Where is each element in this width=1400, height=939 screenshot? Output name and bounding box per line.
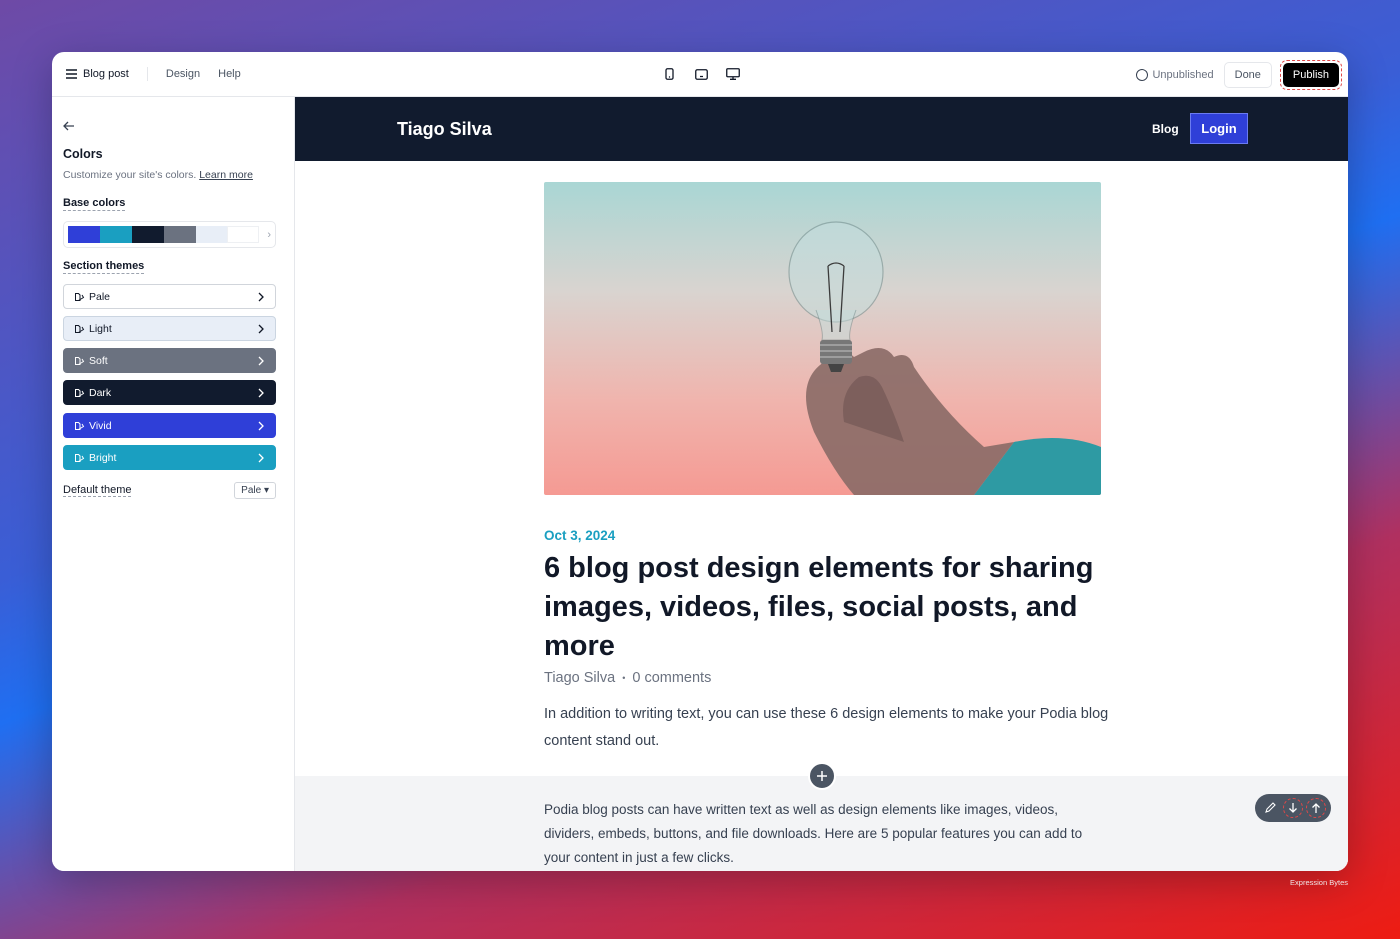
theme-label: Pale (89, 290, 111, 303)
chevron-right-icon (258, 453, 264, 462)
back-arrow-icon[interactable] (62, 119, 76, 133)
palette-icon (75, 389, 85, 397)
move-down-icon[interactable] (1282, 798, 1303, 818)
theme-label: Dark (89, 386, 112, 399)
theme-label: Bright (89, 451, 117, 464)
theme-item-soft[interactable]: Soft (63, 348, 276, 373)
hero-image[interactable] (544, 182, 1101, 495)
theme-item-bright[interactable]: Bright (63, 445, 276, 470)
theme-item-dark[interactable]: Dark (63, 380, 276, 405)
theme-label: Vivid (89, 419, 112, 432)
post-meta: Tiago Silva • 0 comments (544, 670, 711, 686)
status-circle-icon (1136, 69, 1149, 81)
chevron-right-icon (258, 421, 264, 430)
palette-icon (75, 293, 85, 301)
edit-pencil-icon[interactable] (1260, 798, 1280, 818)
base-color-swatch (227, 226, 260, 243)
sidebar-description: Customize your site's colors. Learn more (63, 169, 253, 181)
post-body[interactable]: Podia blog posts can have written text a… (544, 798, 1104, 870)
desktop-view-icon[interactable] (726, 67, 740, 81)
nav-login-button[interactable]: Login (1190, 113, 1248, 144)
page-label: Blog post (83, 68, 129, 80)
theme-label: Light (89, 322, 112, 335)
base-colors-label: Base colors (63, 197, 126, 211)
palette-icon (75, 454, 85, 462)
device-switcher (662, 67, 740, 81)
watermark: Expression Bytes (1290, 878, 1348, 887)
page-selector[interactable]: Blog post (66, 67, 148, 81)
publish-status: Unpublished (1136, 69, 1214, 81)
help-menu[interactable]: Help (218, 68, 241, 80)
palette-icon (75, 325, 85, 333)
site-preview: Tiago Silva Blog Login Oct 3, 2024 6 blo… (295, 97, 1348, 871)
base-color-swatch (163, 226, 196, 243)
nav-blog-link[interactable]: Blog (1152, 122, 1179, 136)
site-header: Tiago Silva Blog Login (295, 97, 1348, 161)
default-theme-label: Default theme (63, 484, 132, 497)
sidebar-title: Colors (63, 147, 103, 161)
base-color-swatch (195, 226, 228, 243)
section-toolbar (1255, 794, 1331, 822)
post-title[interactable]: 6 blog post design elements for sharing … (544, 549, 1104, 666)
theme-label: Soft (89, 354, 108, 367)
theme-item-vivid[interactable]: Vivid (63, 413, 276, 438)
top-bar: Blog post Design Help Unpublished Done P (52, 52, 1348, 97)
post-author: Tiago Silva (544, 670, 616, 686)
menu-icon (66, 69, 77, 79)
base-color-swatch (68, 226, 100, 243)
design-menu[interactable]: Design (166, 68, 200, 80)
mobile-view-icon[interactable] (662, 67, 676, 81)
publish-button[interactable]: Publish (1279, 60, 1342, 90)
learn-more-link[interactable]: Learn more (199, 169, 253, 181)
theme-item-pale[interactable]: Pale (63, 284, 276, 309)
base-colors-picker[interactable]: › (63, 221, 276, 248)
chevron-right-icon: › (267, 228, 272, 241)
publish-button-label: Publish (1282, 63, 1339, 87)
base-color-swatch (131, 226, 164, 243)
theme-item-light[interactable]: Light (63, 316, 276, 341)
palette-icon (75, 357, 85, 365)
move-up-icon[interactable] (1305, 798, 1326, 818)
default-theme-row: Default theme Pale ▾ (63, 482, 276, 499)
plus-icon (817, 771, 827, 781)
base-color-swatch (99, 226, 132, 243)
chevron-right-icon (258, 324, 264, 333)
chevron-right-icon (258, 292, 264, 301)
post-intro[interactable]: In addition to writing text, you can use… (544, 701, 1114, 755)
colors-sidebar: Colors Customize your site's colors. Lea… (52, 97, 295, 871)
chevron-right-icon (258, 356, 264, 365)
tablet-view-icon[interactable] (694, 67, 708, 81)
section-themes-label: Section themes (63, 260, 145, 274)
editor-window: Blog post Design Help Unpublished Done P (52, 52, 1348, 871)
status-text: Unpublished (1152, 69, 1214, 81)
post-comments[interactable]: 0 comments (632, 670, 711, 686)
chevron-right-icon (258, 388, 264, 397)
site-name[interactable]: Tiago Silva (397, 119, 492, 140)
default-theme-select[interactable]: Pale ▾ (234, 482, 276, 499)
content-section[interactable]: Podia blog posts can have written text a… (295, 776, 1348, 871)
palette-icon (75, 422, 85, 430)
post-date: Oct 3, 2024 (544, 528, 616, 543)
meta-separator: • (622, 673, 626, 683)
add-section-button[interactable] (808, 762, 836, 790)
done-button[interactable]: Done (1223, 62, 1272, 88)
